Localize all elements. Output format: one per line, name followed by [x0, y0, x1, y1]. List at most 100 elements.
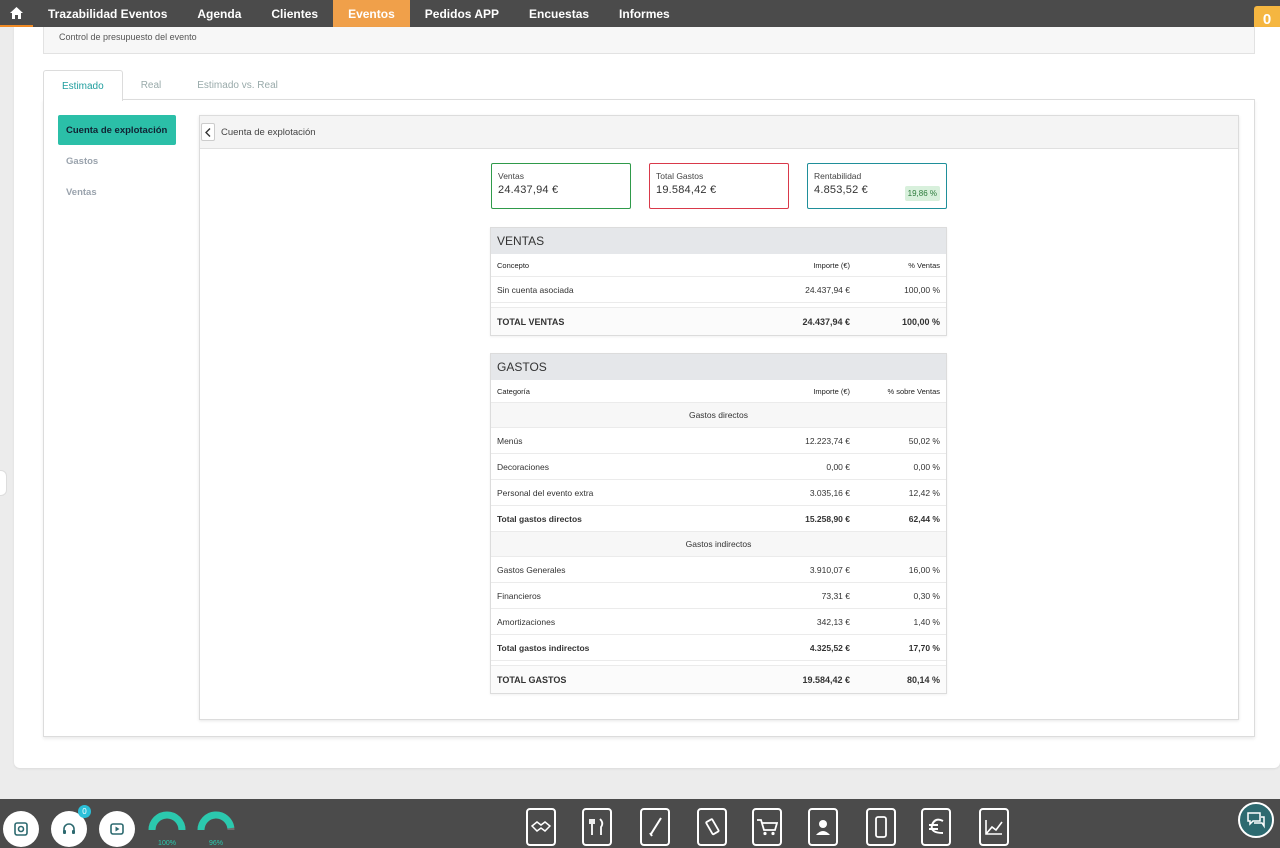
tab-estimado[interactable]: Estimado: [43, 70, 123, 101]
table-header-row: Categoría Importe (€) % sobre Ventas: [491, 380, 946, 403]
ventas-table: VENTAS Concepto Importe (€) % Ventas Sin…: [490, 227, 947, 336]
cell: Total gastos directos: [497, 513, 582, 524]
table-row: Sin cuenta asociada 24.437,94 € 100,00 %: [491, 277, 946, 303]
table-row: Amortizaciones 342,13 € 1,40 %: [491, 609, 946, 635]
cell: Sin cuenta asociada: [497, 284, 574, 295]
kpi-rentabilidad: Rentabilidad 4.853,52 € 19,86 %: [807, 163, 947, 209]
handshake-icon[interactable]: [526, 808, 556, 846]
sidebar-toggle-handle[interactable]: [0, 470, 7, 496]
nav-item-trazabilidad[interactable]: Trazabilidad Eventos: [33, 0, 182, 27]
cell: TOTAL GASTOS: [497, 674, 567, 685]
kpi-ventas-label: Ventas: [498, 171, 524, 181]
euro-icon[interactable]: [921, 808, 951, 846]
contacts-icon[interactable]: [808, 808, 838, 846]
nav-item-agenda[interactable]: Agenda: [182, 0, 256, 27]
total-row: TOTAL VENTAS 24.437,94 € 100,00 %: [491, 308, 946, 335]
cell: 62,44 %: [908, 513, 940, 524]
back-button[interactable]: [201, 123, 215, 141]
drink-icon[interactable]: [697, 808, 727, 846]
home-button[interactable]: [0, 0, 33, 27]
tab-real[interactable]: Real: [123, 70, 180, 100]
nav-item-clientes[interactable]: Clientes: [256, 0, 333, 27]
kpi-gastos-label: Total Gastos: [656, 171, 704, 181]
cell: 342,13 €: [816, 616, 850, 627]
cell: Financieros: [497, 590, 541, 601]
gear-icon: [14, 822, 28, 836]
cell: Gastos Generales: [497, 564, 566, 575]
budget-tabs: Estimado Real Estimado vs. Real: [43, 70, 296, 101]
breadcrumb: Control de presupuesto del evento: [43, 27, 1255, 54]
subtotal-row: Total gastos indirectos 4.325,52 € 17,70…: [491, 635, 946, 661]
cell: 12.223,74 €: [805, 435, 850, 446]
nav-item-encuestas[interactable]: Encuestas: [514, 0, 604, 27]
cell: 0,00 %: [913, 461, 940, 472]
gauge-2-arc: [197, 811, 235, 831]
subtotal-row: Total gastos directos 15.258,90 € 62,44 …: [491, 506, 946, 532]
col-header: Importe (€): [813, 386, 850, 396]
cell: 0,30 %: [913, 590, 940, 601]
phone-icon[interactable]: [866, 808, 896, 846]
cell: 4.325,52 €: [809, 642, 850, 653]
gastos-table: GASTOS Categoría Importe (€) % sobre Ven…: [490, 353, 947, 694]
cell: TOTAL VENTAS: [497, 316, 565, 327]
chart-icon[interactable]: [979, 808, 1009, 846]
cell: 100,00 %: [904, 284, 940, 295]
table-row: Decoraciones 0,00 € 0,00 %: [491, 454, 946, 480]
nav-item-pedidos-app[interactable]: Pedidos APP: [410, 0, 514, 27]
total-row: TOTAL GASTOS 19.584,42 € 80,14 %: [491, 666, 946, 693]
kpi-ventas-value: 24.437,94 €: [498, 184, 559, 196]
nav-item-eventos[interactable]: Eventos: [333, 0, 410, 27]
cell: 19.584,42 €: [802, 674, 850, 685]
gauge-2-label: 96%: [208, 840, 223, 847]
cell: 3.910,07 €: [809, 564, 850, 575]
cart-icon[interactable]: [752, 808, 782, 846]
table-row: Gastos Generales 3.910,07 € 16,00 %: [491, 557, 946, 583]
tab-estimado-vs-real[interactable]: Estimado vs. Real: [179, 70, 296, 100]
video-button[interactable]: [99, 811, 135, 847]
col-header: % sobre Ventas: [887, 386, 940, 396]
side-item-ventas[interactable]: Ventas: [58, 177, 176, 207]
group-row: Gastos directos: [491, 403, 946, 428]
chat-icon: [1247, 812, 1265, 829]
cell: 16,00 %: [908, 564, 940, 575]
chevron-left-icon: [205, 127, 211, 137]
kpi-rentabilidad-label: Rentabilidad: [814, 171, 862, 181]
nav-item-informes[interactable]: Informes: [604, 0, 685, 27]
cell: Menús: [497, 435, 523, 446]
table-row: Financieros 73,31 € 0,30 %: [491, 583, 946, 609]
settings-button[interactable]: [3, 811, 39, 847]
gauge-1: 100%: [148, 809, 186, 848]
gauge-1-label: 100%: [158, 840, 176, 847]
table-row: Menús 12.223,74 € 50,02 %: [491, 428, 946, 454]
chat-button[interactable]: [1238, 802, 1274, 838]
cell: 100,00 %: [901, 316, 940, 327]
whisk-icon[interactable]: [640, 808, 670, 846]
col-header: Concepto: [497, 260, 530, 270]
cell: 80,14 %: [906, 674, 940, 685]
gastos-table-title: GASTOS: [491, 354, 946, 380]
cell: 50,02 %: [908, 435, 940, 446]
cell: 15.258,90 €: [805, 513, 850, 524]
col-header: % Ventas: [908, 260, 940, 270]
kpi-total-gastos: Total Gastos 19.584,42 €: [649, 163, 789, 209]
ventas-table-title: VENTAS: [491, 228, 946, 254]
cell: Total gastos indirectos: [497, 642, 590, 653]
rentabilidad-percent-badge: 19,86 %: [904, 186, 940, 201]
cell: 0,00 €: [826, 461, 850, 472]
group-row: Gastos indirectos: [491, 532, 946, 557]
cell: Personal del evento extra: [497, 487, 594, 498]
cell: 24.437,94 €: [805, 284, 850, 295]
cell: 24.437,94 €: [802, 316, 850, 327]
cell: Decoraciones: [497, 461, 549, 472]
menu-icon[interactable]: [582, 808, 612, 846]
side-item-cuenta-explotacion[interactable]: Cuenta de explotación: [58, 115, 176, 145]
gauge-fill: [148, 811, 186, 831]
cell: 1,40 %: [913, 616, 940, 627]
cell: Amortizaciones: [497, 616, 556, 627]
kpi-ventas: Ventas 24.437,94 €: [491, 163, 631, 209]
top-nav: Trazabilidad Eventos Agenda Clientes Eve…: [0, 0, 1280, 27]
headset-icon: [63, 823, 75, 834]
table-header-row: Concepto Importe (€) % Ventas: [491, 254, 946, 277]
gauge-1-arc: [148, 811, 186, 831]
side-item-gastos[interactable]: Gastos: [58, 146, 176, 176]
